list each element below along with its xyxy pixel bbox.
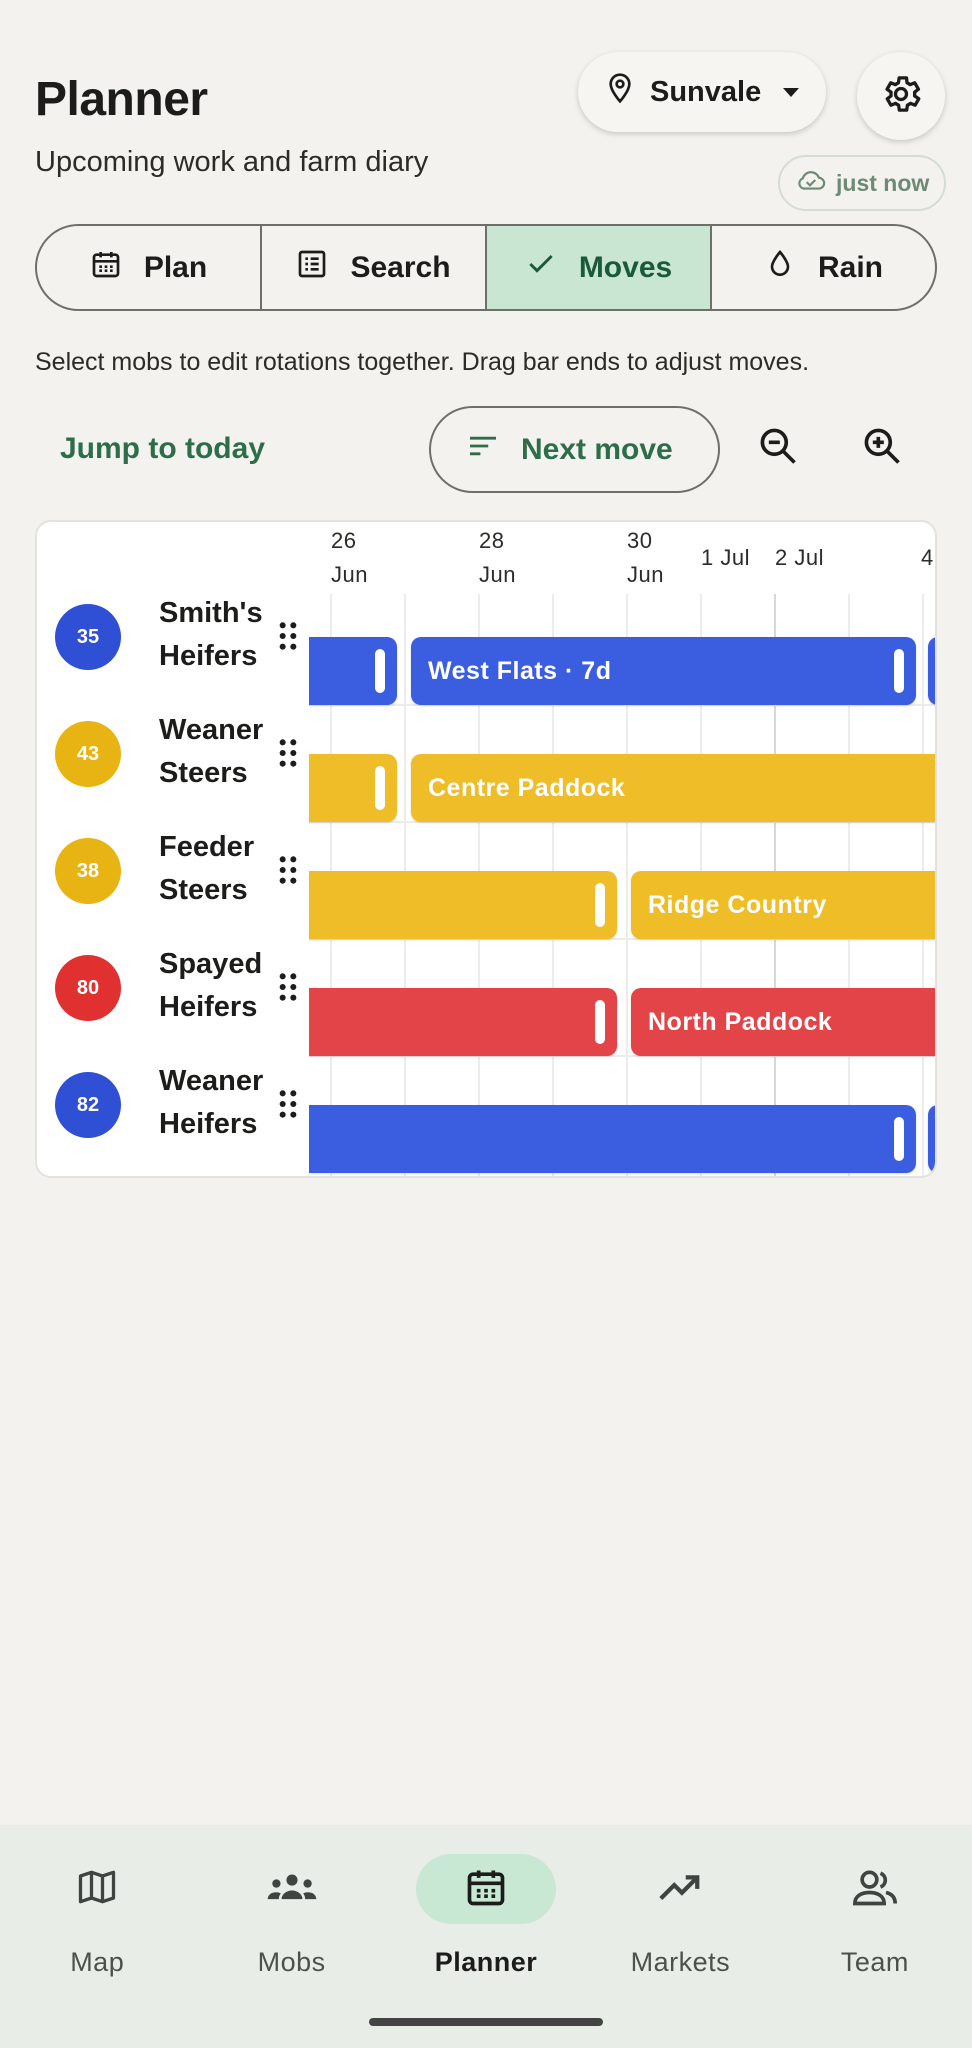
date-tick: 28 Jun xyxy=(479,528,516,587)
mob-name: Smith's Heifers xyxy=(159,597,263,672)
date-tick: 2 Jul xyxy=(775,545,824,570)
date-tick: 26 Jun xyxy=(331,528,368,587)
people-icon xyxy=(851,1865,899,1914)
sync-status-label: just now xyxy=(836,169,930,196)
mob-row[interactable]: 38 Feeder Steers xyxy=(55,826,297,916)
mob-count-badge: 80 xyxy=(55,955,121,1021)
settings-button[interactable] xyxy=(857,52,945,140)
move-bar[interactable] xyxy=(928,1105,935,1173)
zoom-out-button[interactable] xyxy=(756,424,800,473)
move-bar[interactable]: Centre Paddock xyxy=(411,754,935,822)
drag-handle-icon[interactable] xyxy=(277,620,299,657)
trending-up-icon xyxy=(657,1867,703,1912)
tab-plan[interactable]: Plan xyxy=(37,226,262,309)
nav-planner[interactable]: Planner xyxy=(389,1825,583,2048)
list-icon xyxy=(296,248,328,288)
sort-icon xyxy=(467,433,499,467)
nav-planner-label: Planner xyxy=(434,1947,538,1977)
drop-icon xyxy=(764,248,796,288)
tab-rain-label: Rain xyxy=(817,250,883,284)
date-tick: 30 Jun xyxy=(627,528,664,587)
tab-plan-label: Plan xyxy=(143,250,208,284)
timeline-grid: West Flats · 7d Centre Paddock Ridge Cou… xyxy=(309,594,935,1176)
move-bar-label: West Flats · 7d xyxy=(428,656,612,685)
move-bar[interactable]: Ridge Country xyxy=(631,871,935,939)
mob-row[interactable]: 35 Smith's Heifers xyxy=(55,592,297,682)
nav-mobs-label: Mobs xyxy=(257,1947,326,1977)
page-title: Planner xyxy=(35,73,208,126)
zoom-in-button[interactable] xyxy=(860,424,904,473)
nav-markets-label: Markets xyxy=(630,1947,731,1977)
resize-handle[interactable] xyxy=(894,1117,904,1161)
calendar-icon xyxy=(90,248,122,288)
tab-search-label: Search xyxy=(350,250,451,284)
resize-handle[interactable] xyxy=(595,1000,605,1044)
location-label: Sunvale xyxy=(650,75,762,108)
move-bar[interactable] xyxy=(309,637,397,705)
drag-handle-icon[interactable] xyxy=(277,854,299,891)
next-move-button[interactable]: Next move xyxy=(429,406,720,493)
tab-search[interactable]: Search xyxy=(262,226,487,309)
cloud-done-icon xyxy=(796,167,826,199)
resize-handle[interactable] xyxy=(894,649,904,693)
nav-map-label: Map xyxy=(70,1947,125,1977)
drag-handle-icon[interactable] xyxy=(277,971,299,1008)
mob-row[interactable]: 82 Weaner Heifers xyxy=(55,1060,297,1150)
location-selector[interactable]: Sunvale xyxy=(578,52,826,132)
calendar-icon xyxy=(464,1865,508,1914)
mob-name: Feeder Steers xyxy=(159,831,255,906)
move-bar[interactable] xyxy=(928,637,935,705)
resize-handle[interactable] xyxy=(375,766,385,810)
mob-name: Spayed Heifers xyxy=(159,948,263,1023)
move-bar[interactable]: West Flats · 7d xyxy=(411,637,916,705)
sync-status-badge: just now xyxy=(778,155,946,211)
move-bar[interactable]: North Paddock xyxy=(631,988,935,1056)
tab-rain[interactable]: Rain xyxy=(712,226,935,309)
move-bar[interactable] xyxy=(309,988,617,1056)
group-icon xyxy=(266,1867,318,1912)
nav-map[interactable]: Map xyxy=(0,1825,194,2048)
mob-count-badge: 82 xyxy=(55,1072,121,1138)
mob-count-badge: 38 xyxy=(55,838,121,904)
move-bar-label: North Paddock xyxy=(648,1007,833,1036)
mob-name: Weaner Heifers xyxy=(159,1065,264,1140)
move-bar[interactable] xyxy=(309,1105,916,1173)
instructions-text: Select mobs to edit rotations together. … xyxy=(35,348,810,376)
mob-name: Weaner Steers xyxy=(159,714,264,789)
move-bar-label: Centre Paddock xyxy=(428,773,626,802)
gear-icon xyxy=(879,72,923,121)
nav-markets[interactable]: Markets xyxy=(583,1825,777,2048)
date-tick: 4 xyxy=(921,545,934,570)
resize-handle[interactable] xyxy=(375,649,385,693)
check-icon xyxy=(525,248,557,288)
chevron-down-icon xyxy=(783,87,800,97)
location-pin-icon xyxy=(604,72,636,112)
mob-row[interactable]: 80 Spayed Heifers xyxy=(55,943,297,1033)
zoom-out-icon xyxy=(756,428,800,472)
page-subtitle: Upcoming work and farm diary xyxy=(35,146,429,178)
jump-to-today-link[interactable]: Jump to today xyxy=(60,432,265,466)
view-tabs: Plan Search Moves Rain xyxy=(35,224,937,311)
mob-count-badge: 43 xyxy=(55,721,121,787)
drag-handle-icon[interactable] xyxy=(277,1088,299,1125)
resize-handle[interactable] xyxy=(595,883,605,927)
zoom-in-icon xyxy=(860,428,904,472)
mob-row[interactable]: 43 Weaner Steers xyxy=(55,709,297,799)
nav-team-label: Team xyxy=(840,1947,909,1977)
move-bar[interactable] xyxy=(309,871,617,939)
tab-moves[interactable]: Moves xyxy=(487,226,712,309)
move-bar[interactable] xyxy=(309,754,397,822)
home-indicator xyxy=(369,2018,603,2026)
mob-count-badge: 35 xyxy=(55,604,121,670)
drag-handle-icon[interactable] xyxy=(277,737,299,774)
nav-team[interactable]: Team xyxy=(778,1825,972,2048)
tab-moves-label: Moves xyxy=(578,250,673,284)
move-bar-label: Ridge Country xyxy=(648,890,827,919)
date-tick: 1 Jul xyxy=(701,545,750,570)
moves-timeline: 26 Jun 28 Jun 30 Jun 1 Jul 2 Jul 4 West Fla… xyxy=(35,520,937,1178)
next-move-label: Next move xyxy=(521,432,673,466)
map-icon xyxy=(75,1865,119,1914)
nav-mobs[interactable]: Mobs xyxy=(194,1825,388,2048)
bottom-navigation: Map Mobs Planner Markets Team xyxy=(0,1825,972,2048)
